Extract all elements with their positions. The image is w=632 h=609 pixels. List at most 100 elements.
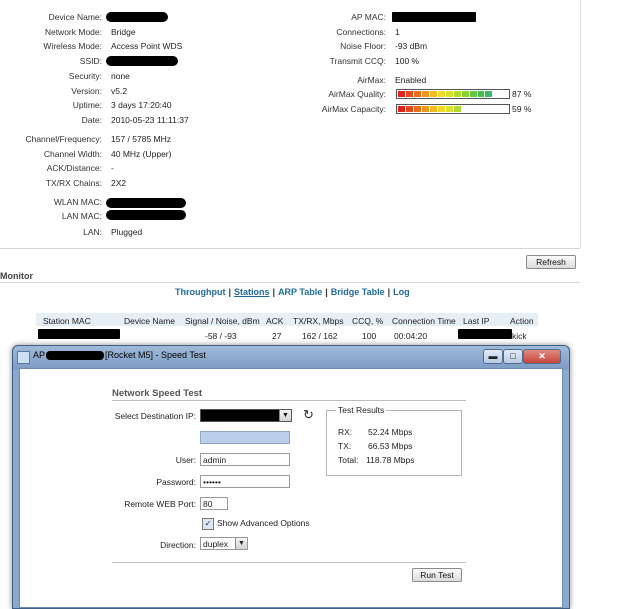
- tab-throughput[interactable]: Throughput: [175, 287, 225, 297]
- test-results-title: Test Results: [336, 405, 387, 415]
- password-label: Password:: [156, 477, 196, 487]
- status-label: SSID:: [79, 56, 102, 66]
- status-value: Access Point WDS: [111, 41, 183, 51]
- bar-segment: [398, 91, 405, 97]
- airmax-capacity-value: 59 %: [512, 104, 532, 114]
- status-label: AP MAC:: [351, 12, 386, 22]
- status-value: 100 %: [395, 56, 420, 66]
- status-label: Channel Width:: [43, 149, 102, 159]
- status-value: none: [111, 71, 130, 81]
- status-label: Wireless Mode:: [43, 41, 102, 51]
- tab-bridge-table[interactable]: Bridge Table: [331, 287, 385, 297]
- destination-ip-label: Select Destination IP:: [114, 411, 196, 421]
- bar-segment: [437, 91, 445, 97]
- status-value: 2X2: [111, 178, 127, 188]
- window-title-prefix: AP: [33, 350, 46, 360]
- kick-link[interactable]: kick: [512, 331, 527, 341]
- status-value: 3 days 17:20:40: [111, 100, 172, 110]
- rx-value: 52.24 Mbps: [368, 427, 413, 437]
- tab-arp-table[interactable]: ARP Table: [278, 287, 322, 297]
- bar-segment: [485, 91, 493, 97]
- advanced-options-checkbox[interactable]: ✓: [202, 518, 214, 530]
- column-header: TX/RX, Mbps: [293, 316, 344, 326]
- redacted-last-ip: [458, 329, 512, 339]
- status-label: Version:: [71, 86, 102, 96]
- total-value: 118.78 Mbps: [366, 455, 415, 465]
- destination-ip-select[interactable]: ▼: [200, 409, 292, 422]
- bar-segment: [469, 91, 477, 97]
- status-label: Uptime:: [72, 100, 102, 110]
- column-header: Station MAC: [43, 316, 91, 326]
- redacted-title-name: [46, 351, 105, 361]
- status-label: WLAN MAC:: [53, 197, 102, 207]
- bar-segment: [414, 106, 422, 112]
- maximize-button[interactable]: □: [503, 349, 523, 364]
- status-label: LAN:: [83, 227, 102, 237]
- monitor-tabs: Throughput | Stations | ARP Table | Bridge Tab…: [175, 287, 410, 297]
- status-value: 157 / 5785 MHz: [111, 134, 172, 144]
- status-value: v5.2: [111, 86, 128, 96]
- speed-test-window: AP [Rocket M5] - Speed Test ▬ □ ✕ Network…: [12, 345, 570, 609]
- remote-port-input[interactable]: 80: [200, 497, 228, 510]
- rx-label: RX:: [338, 427, 353, 437]
- refresh-icon[interactable]: ↻: [303, 407, 314, 423]
- bar-segment: [438, 106, 446, 112]
- tab-separator: |: [272, 287, 276, 297]
- status-label: Network Mode:: [44, 27, 102, 37]
- redacted-ap-mac: [392, 12, 476, 22]
- airmax-quality-fill: [398, 91, 493, 97]
- monitor-title: Monitor: [0, 271, 33, 281]
- bar-segment: [446, 106, 454, 112]
- column-header: Signal / Noise, dBm: [185, 316, 260, 326]
- redacted-station-mac: [38, 329, 120, 339]
- close-button[interactable]: ✕: [523, 349, 561, 364]
- status-value: 2010-05-23 11:11:37: [111, 115, 189, 125]
- status-label: Connections:: [336, 27, 386, 37]
- chevron-down-icon[interactable]: ▼: [235, 538, 247, 549]
- section-title: Network Speed Test: [112, 388, 203, 399]
- window-title: AP [Rocket M5] - Speed Test: [33, 350, 206, 361]
- direction-label: Direction:: [160, 540, 196, 550]
- minimize-button[interactable]: ▬: [483, 349, 503, 364]
- status-label: Channel/Frequency:: [25, 134, 102, 144]
- chevron-down-icon[interactable]: ▼: [279, 410, 291, 421]
- airmax-capacity-bar: [396, 104, 510, 114]
- status-label: Device Name:: [48, 12, 102, 22]
- column-header: ACK: [266, 316, 284, 326]
- advanced-options-label: Show Advanced Options: [217, 518, 310, 528]
- txrx-cell: 162 / 162: [302, 331, 338, 341]
- user-input[interactable]: admin: [200, 453, 290, 466]
- run-test-button[interactable]: Run Test: [412, 568, 462, 582]
- status-label: TX/RX Chains:: [45, 178, 102, 188]
- airmax-capacity-fill: [398, 106, 462, 112]
- password-input[interactable]: ••••••: [200, 475, 290, 488]
- status-label: Noise Floor:: [340, 41, 386, 51]
- bar-segment: [445, 91, 453, 97]
- column-header: Action: [510, 316, 534, 326]
- status-label: AirMax:: [357, 75, 386, 85]
- destination-ip-input[interactable]: [200, 431, 290, 444]
- tab-separator: |: [387, 287, 391, 297]
- status-value: 40 MHz (Upper): [111, 149, 172, 159]
- bar-segment: [453, 91, 461, 97]
- monitor-divider: [0, 282, 580, 283]
- refresh-button[interactable]: Refresh: [526, 255, 576, 269]
- airmax-capacity-label: AirMax Capacity:: [321, 104, 386, 114]
- ccq-cell: 100: [362, 331, 377, 341]
- tab-stations[interactable]: Stations: [234, 287, 270, 297]
- bar-segment: [405, 91, 413, 97]
- tx-value: 66.53 Mbps: [368, 441, 413, 451]
- status-value: 1: [395, 27, 400, 37]
- column-header: Device Name: [124, 316, 176, 326]
- bar-segment: [429, 91, 437, 97]
- direction-select[interactable]: duplex ▼: [200, 537, 248, 550]
- airmax-quality-bar: [396, 89, 510, 99]
- airmax-quality-label: AirMax Quality:: [328, 89, 386, 99]
- airmax-quality-value: 87 %: [512, 89, 532, 99]
- column-header: Last IP: [463, 316, 490, 326]
- tab-log[interactable]: Log: [393, 287, 410, 297]
- bar-segment: [422, 106, 430, 112]
- bar-segment: [430, 106, 438, 112]
- footer-divider: [112, 562, 466, 563]
- window-title-suffix: [Rocket M5] - Speed Test: [105, 350, 206, 360]
